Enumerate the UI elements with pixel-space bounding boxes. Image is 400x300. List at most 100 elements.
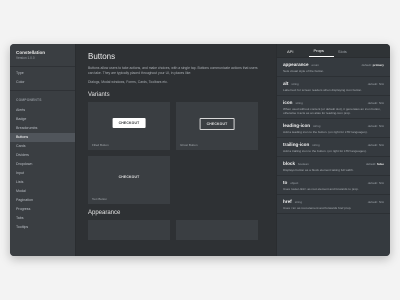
prop-default-label: default: bbox=[365, 162, 377, 166]
props-panel: API Props Slots appearance enum default:… bbox=[276, 44, 390, 256]
prop-description: Sets visual style of the button. bbox=[283, 69, 325, 73]
variant-card-filled: CHECKOUT Filled Button bbox=[88, 102, 170, 150]
prop-description: Label text for screen readers when displ… bbox=[283, 88, 363, 92]
prop-name: to bbox=[283, 180, 288, 185]
prop-description: Add a trailing icon to the button. (on r… bbox=[283, 149, 367, 153]
sidebar-item-color[interactable]: Color bbox=[10, 78, 75, 87]
prop-description: Add a leading icon to the button. (on ri… bbox=[283, 130, 368, 134]
prop-default: default: N/A bbox=[368, 101, 384, 105]
prop-type: string bbox=[294, 200, 303, 204]
sidebar-divider bbox=[10, 90, 75, 91]
brand-version: Version 1.0.0 bbox=[16, 56, 35, 60]
prop-default-label: default: bbox=[367, 124, 378, 128]
prop-default-value: N/A bbox=[378, 124, 384, 128]
sidebar-item-modal[interactable]: Modal bbox=[10, 187, 75, 196]
prop-type: string bbox=[291, 82, 299, 86]
appearance-heading: Appearance bbox=[88, 210, 121, 216]
sidebar-item-cards[interactable]: Cards bbox=[10, 142, 75, 151]
prop-description: Displays button as a block element takin… bbox=[283, 168, 354, 172]
variant-caption: Text Button bbox=[92, 197, 108, 201]
prop-default-value: N/A bbox=[378, 82, 384, 86]
prop-name: alt bbox=[283, 81, 289, 86]
variant-card-text: CHECKOUT Text Button bbox=[88, 156, 170, 204]
sidebar-item-dividers[interactable]: Dividers bbox=[10, 151, 75, 160]
prop-default-label: default: bbox=[367, 200, 378, 204]
nav-components: Alerts Badge Breadcrumbs Buttons Cards D… bbox=[10, 104, 75, 232]
variants-heading: Variants bbox=[88, 92, 110, 98]
props-tabs: API Props Slots bbox=[277, 44, 390, 58]
prop-description: When used without content (or default sl… bbox=[283, 107, 381, 115]
prop-default: default: false bbox=[366, 162, 384, 166]
sidebar-item-progress[interactable]: Progress bbox=[10, 205, 75, 214]
variants-grid: CHECKOUT Filled Button CHECKOUT Ghost Bu… bbox=[88, 102, 264, 204]
prop-row-appearance: appearance enum default: primary Sets vi… bbox=[277, 58, 390, 77]
prop-row-leading-icon: leading-icon string default: N/A Add a l… bbox=[277, 119, 390, 138]
page-title: Buttons bbox=[88, 52, 116, 61]
prop-type: boolean bbox=[298, 162, 309, 166]
prop-type: string bbox=[313, 124, 321, 128]
app-window: Constellation Version 1.0.0 Type Color C… bbox=[10, 44, 390, 256]
prop-type: string bbox=[295, 101, 303, 105]
page-description: Buttons allow users to take actions, and… bbox=[88, 66, 258, 75]
prop-default: default: N/A bbox=[368, 181, 384, 185]
prop-type: string bbox=[312, 143, 320, 147]
sidebar-item-type[interactable]: Type bbox=[10, 69, 75, 78]
page-description-examples: Dialogs, Modal windows, Forms, Cards, To… bbox=[88, 80, 168, 84]
prop-row-to: to object default: N/A Uses router-link>… bbox=[277, 176, 390, 195]
components-heading: COMPONENTS bbox=[16, 98, 42, 102]
prop-default-label: default: bbox=[367, 82, 378, 86]
prop-type: enum bbox=[311, 63, 320, 67]
prop-default-value: N/A bbox=[378, 101, 384, 105]
prop-default-label: default: bbox=[367, 101, 378, 105]
sidebar-item-dropdown[interactable]: Dropdown bbox=[10, 160, 75, 169]
sidebar-item-tooltips[interactable]: Tooltips bbox=[10, 223, 75, 232]
sidebar-item-buttons[interactable]: Buttons bbox=[10, 133, 75, 142]
variant-caption: Ghost Button bbox=[180, 143, 198, 147]
tab-props[interactable]: Props bbox=[309, 48, 334, 57]
sidebar-item-breadcrumbs[interactable]: Breadcrumbs bbox=[10, 124, 75, 133]
brand-name: Constellation bbox=[16, 50, 46, 55]
sidebar-item-badge[interactable]: Badge bbox=[10, 115, 75, 124]
prop-default: default: primary bbox=[362, 63, 384, 67]
prop-row-href: href string default: N/A Uses <a> as roo… bbox=[277, 195, 390, 214]
sidebar-item-pagination[interactable]: Pagination bbox=[10, 196, 75, 205]
prop-description: Uses router-link> as root element and fo… bbox=[283, 187, 359, 191]
prop-name: icon bbox=[283, 100, 293, 105]
checkout-ghost-button[interactable]: CHECKOUT bbox=[199, 118, 235, 130]
prop-row-block: block boolean default: false Displays bu… bbox=[277, 157, 390, 176]
sidebar-item-tabs[interactable]: Tabs bbox=[10, 214, 75, 223]
appearance-card bbox=[88, 220, 170, 240]
checkout-filled-button[interactable]: CHECKOUT bbox=[112, 118, 146, 128]
prop-default-label: default: bbox=[361, 63, 372, 67]
prop-name: trailing-icon bbox=[283, 142, 310, 147]
nav-foundations: Type Color bbox=[10, 67, 75, 87]
prop-row-alt: alt string default: N/A Label text for s… bbox=[277, 77, 390, 96]
prop-default-value: N/A bbox=[378, 143, 384, 147]
main-content: Buttons Buttons allow users to take acti… bbox=[76, 44, 276, 256]
appearance-grid bbox=[88, 220, 264, 240]
variant-caption: Filled Button bbox=[92, 143, 109, 147]
prop-default: default: N/A bbox=[368, 124, 384, 128]
sidebar-item-alerts[interactable]: Alerts bbox=[10, 106, 75, 115]
prop-default: default: N/A bbox=[368, 143, 384, 147]
prop-name: href bbox=[283, 199, 292, 204]
prop-default: default: N/A bbox=[368, 200, 384, 204]
sidebar-item-input[interactable]: Input bbox=[10, 169, 75, 178]
brand: Constellation Version 1.0.0 bbox=[10, 44, 75, 67]
prop-type: object bbox=[290, 181, 299, 185]
prop-default-value: primary bbox=[372, 63, 384, 67]
sidebar-item-lists[interactable]: Lists bbox=[10, 178, 75, 187]
checkout-text-button[interactable]: CHECKOUT bbox=[113, 172, 146, 182]
prop-default-label: default: bbox=[367, 143, 378, 147]
prop-default: default: N/A bbox=[368, 82, 384, 86]
prop-name: leading-icon bbox=[283, 123, 311, 128]
prop-row-icon: icon string default: N/A When used witho… bbox=[277, 96, 390, 119]
tab-slots[interactable]: Slots bbox=[334, 49, 357, 57]
prop-name: block bbox=[283, 161, 295, 166]
variant-card-ghost: CHECKOUT Ghost Button bbox=[176, 102, 258, 150]
appearance-card bbox=[176, 220, 258, 240]
prop-default-value: N/A bbox=[378, 200, 384, 204]
prop-row-trailing-icon: trailing-icon string default: N/A Add a … bbox=[277, 138, 390, 157]
tab-api[interactable]: API bbox=[283, 49, 309, 57]
prop-default-label: default: bbox=[367, 181, 378, 185]
